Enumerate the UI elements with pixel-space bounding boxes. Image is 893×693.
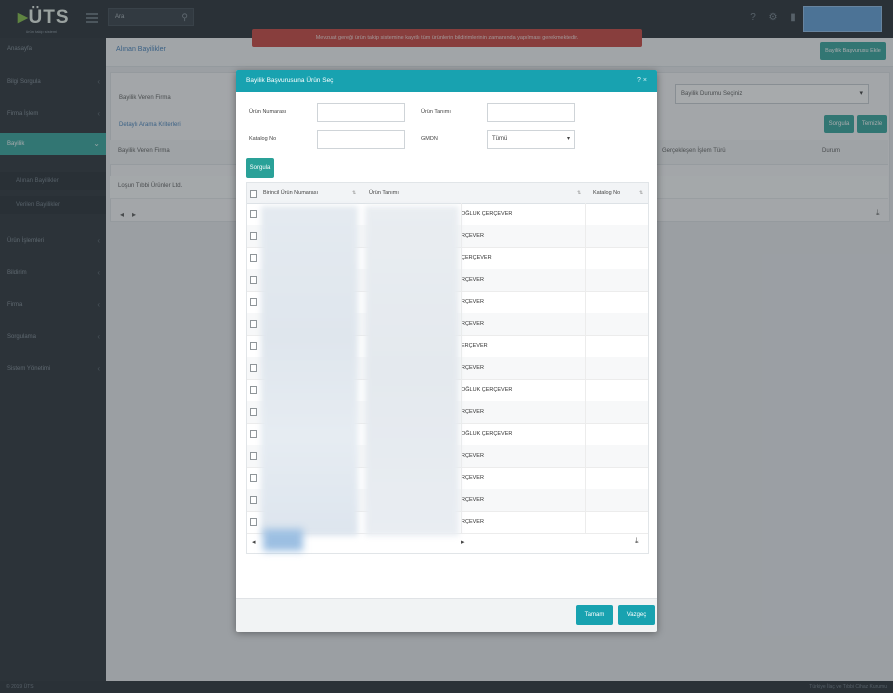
row-checkbox[interactable] bbox=[250, 298, 257, 306]
column-divider bbox=[461, 203, 462, 533]
product-description-cell: RÇEVER bbox=[461, 233, 484, 239]
product-number-input[interactable] bbox=[317, 103, 405, 122]
prev-page-icon[interactable]: ◂ bbox=[252, 538, 256, 546]
product-description-cell: RÇEVER bbox=[461, 497, 484, 503]
row-checkbox[interactable] bbox=[250, 474, 257, 482]
download-icon[interactable]: ⤓ bbox=[635, 536, 639, 546]
row-checkbox[interactable] bbox=[250, 386, 257, 394]
product-description-cell: RÇEVER bbox=[461, 365, 484, 371]
product-description-cell: RÇEVER bbox=[461, 475, 484, 481]
next-page-icon[interactable]: ▸ bbox=[461, 538, 465, 546]
redacted-product-numbers bbox=[261, 206, 358, 536]
product-description-cell: OĞLUK ÇERÇEVER bbox=[461, 387, 513, 393]
chevron-down-icon: ▾ bbox=[566, 136, 570, 142]
product-description-cell: RÇEVER bbox=[461, 453, 484, 459]
row-checkbox[interactable] bbox=[250, 518, 257, 526]
product-description-cell: OĞLUK ÇERÇEVER bbox=[461, 211, 513, 217]
modal-search-button[interactable]: Sorgula bbox=[246, 158, 274, 178]
row-checkbox[interactable] bbox=[250, 452, 257, 460]
ok-button[interactable]: Tamam bbox=[576, 605, 613, 625]
modal-controls: ? × bbox=[637, 70, 647, 92]
product-description-cell: RÇEVER bbox=[461, 519, 484, 525]
redacted-product-descriptions bbox=[365, 206, 459, 536]
catalog-no-input[interactable] bbox=[317, 130, 405, 149]
row-checkbox[interactable] bbox=[250, 276, 257, 284]
sort-icon[interactable]: ⇅ bbox=[639, 183, 643, 203]
column-divider bbox=[585, 203, 586, 533]
product-description-cell: OĞLUK ÇERÇEVER bbox=[461, 431, 513, 437]
product-description-cell: RÇEVER bbox=[461, 299, 484, 305]
row-checkbox[interactable] bbox=[250, 364, 257, 372]
product-desc-input[interactable] bbox=[487, 103, 575, 122]
row-checkbox[interactable] bbox=[250, 408, 257, 416]
select-all-checkbox[interactable] bbox=[250, 190, 257, 198]
gmdn-select[interactable]: Tümü ▾ bbox=[487, 130, 575, 149]
catalog-no-label: Katalog No bbox=[249, 136, 277, 142]
product-description-cell: ÇERÇEVER bbox=[461, 255, 492, 261]
row-checkbox[interactable] bbox=[250, 342, 257, 350]
sort-icon[interactable]: ⇅ bbox=[577, 183, 581, 203]
close-icon[interactable]: × bbox=[643, 77, 647, 84]
product-number-label: Ürün Numarası bbox=[249, 109, 287, 115]
gmdn-label: GMDN bbox=[421, 136, 438, 142]
product-grid-pagination: ◂ ▸ ⤓ bbox=[247, 533, 648, 553]
product-description-cell: ERÇEVER bbox=[461, 343, 488, 349]
product-select-modal: Bayilik Başvurusuna Ürün Seç ? × Ürün Nu… bbox=[236, 70, 657, 632]
product-description-cell: RÇEVER bbox=[461, 409, 484, 415]
product-grid: Birincil Ürün Numarası ⇅ Ürün Tanımı ⇅ K… bbox=[246, 182, 649, 554]
cancel-button[interactable]: Vazgeç bbox=[618, 605, 655, 625]
col-catalog-no[interactable]: Katalog No bbox=[593, 183, 620, 203]
row-checkbox[interactable] bbox=[250, 254, 257, 262]
row-checkbox[interactable] bbox=[250, 430, 257, 438]
modal-title: Bayilik Başvurusuna Ürün Seç bbox=[246, 77, 334, 84]
modal-footer: Tamam Vazgeç bbox=[236, 598, 657, 632]
modal-header: Bayilik Başvurusuna Ürün Seç ? × bbox=[236, 70, 657, 92]
help-icon[interactable]: ? bbox=[637, 77, 641, 84]
row-checkbox[interactable] bbox=[250, 210, 257, 218]
sort-icon[interactable]: ⇅ bbox=[352, 183, 356, 203]
row-checkbox[interactable] bbox=[250, 232, 257, 240]
row-checkbox[interactable] bbox=[250, 496, 257, 504]
row-checkbox[interactable] bbox=[250, 320, 257, 328]
col-product-description[interactable]: Ürün Tanımı bbox=[369, 183, 399, 203]
product-description-cell: RÇEVER bbox=[461, 277, 484, 283]
col-primary-product-number[interactable]: Birincil Ürün Numarası bbox=[263, 183, 318, 203]
product-desc-label: Ürün Tanımı bbox=[421, 109, 451, 115]
product-description-cell: RÇEVER bbox=[461, 321, 484, 327]
gmdn-select-value: Tümü bbox=[492, 136, 508, 142]
product-grid-header: Birincil Ürün Numarası ⇅ Ürün Tanımı ⇅ K… bbox=[247, 183, 648, 204]
